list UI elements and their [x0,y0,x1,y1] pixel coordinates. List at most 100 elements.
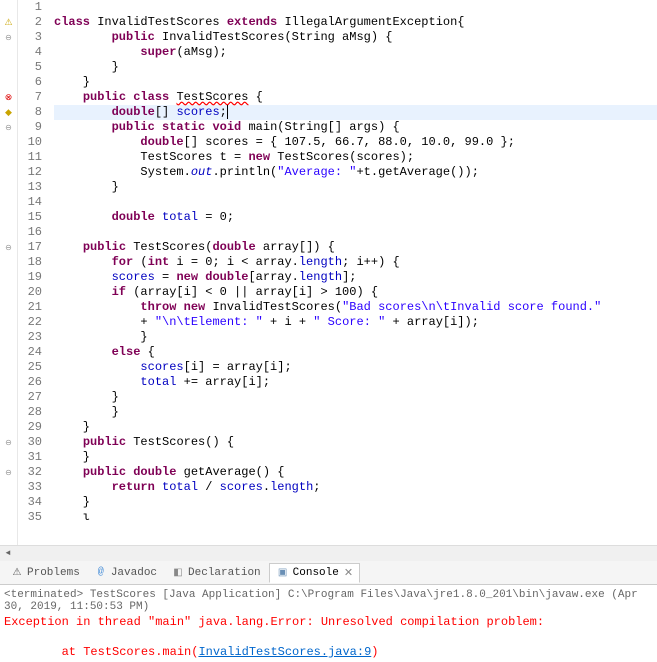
gutter-marker [0,495,17,510]
fold-icon[interactable]: ⊖ [5,468,12,478]
gutter-marker [0,165,17,180]
code-line[interactable]: if (array[i] < 0 || array[i] > 100) { [54,285,657,300]
code-line[interactable]: public double getAverage() { [54,465,657,480]
gutter-marker [0,390,17,405]
code-line[interactable]: public TestScores() { [54,435,657,450]
gutter-marker [0,75,17,90]
line-number: 1 [18,0,42,15]
line-number: 16 [18,225,42,240]
code-line[interactable]: public InvalidTestScores(String aMsg) { [54,30,657,45]
code-line[interactable]: TestScores t = new TestScores(scores); [54,150,657,165]
code-line[interactable]: } [54,495,657,510]
horizontal-scrollbar[interactable]: ◄ [0,545,657,561]
line-number: 14 [18,195,42,210]
code-line[interactable]: throw new InvalidTestScores("Bad scores\… [54,300,657,315]
code-line[interactable]: } [54,330,657,345]
gutter-marker[interactable]: ⊖ [0,465,17,480]
code-line[interactable]: } [54,420,657,435]
line-number: 10 [18,135,42,150]
gutter-marker[interactable]: ⊖ [0,240,17,255]
code-line[interactable]: super(aMsg); [54,45,657,60]
line-number: 3 [18,30,42,45]
fold-icon[interactable]: ⊖ [5,438,12,448]
gutter-marker[interactable]: ⊖ [0,120,17,135]
code-line[interactable]: } [54,450,657,465]
line-number: 24 [18,345,42,360]
line-number: 7 [18,90,42,105]
code-line[interactable] [54,195,657,210]
code-line[interactable]: total += array[i]; [54,375,657,390]
code-line[interactable]: double total = 0; [54,210,657,225]
fold-icon[interactable]: ⊖ [5,33,12,43]
code-line[interactable]: + "\n\tElement: " + i + " Score: " + arr… [54,315,657,330]
close-icon[interactable]: ✕ [344,566,353,580]
gutter-marker[interactable]: ⊗ [0,90,17,105]
stack-prefix: at TestScores.main( [4,645,198,659]
stack-suffix: ) [371,645,378,659]
gutter-marker [0,225,17,240]
code-area[interactable]: class InvalidTestScores extends IllegalA… [48,0,657,545]
line-number: 27 [18,390,42,405]
tab-declaration[interactable]: ◧ Declaration [165,564,267,582]
code-line[interactable]: ι [54,510,657,525]
line-number: 21 [18,300,42,315]
line-number: 29 [18,420,42,435]
bottom-tabs: ⚠ Problems @ Javadoc ◧ Declaration ▣ Con… [0,561,657,585]
line-number: 35 [18,510,42,525]
fold-icon[interactable]: ⊖ [5,243,12,253]
line-number: 33 [18,480,42,495]
code-line[interactable]: class InvalidTestScores extends IllegalA… [54,15,657,30]
tab-label: Problems [27,567,80,579]
code-editor[interactable]: ⚠⊖⊗◆⊖⊖⊖⊖ 1234567891011121314151617181920… [0,0,657,545]
gutter-marker [0,480,17,495]
tab-problems[interactable]: ⚠ Problems [4,564,86,582]
fold-icon[interactable]: ⊖ [5,123,12,133]
code-line[interactable]: } [54,60,657,75]
gutter-marker [0,360,17,375]
code-line[interactable] [54,0,657,15]
code-line[interactable]: else { [54,345,657,360]
gutter-marker[interactable]: ⊖ [0,30,17,45]
line-number: 31 [18,450,42,465]
code-line[interactable] [54,225,657,240]
code-line[interactable]: scores = new double[array.length]; [54,270,657,285]
code-line[interactable]: } [54,390,657,405]
line-number: 26 [18,375,42,390]
code-line[interactable]: } [54,405,657,420]
error-icon: ⊗ [5,93,13,103]
code-line[interactable]: double[] scores; [54,105,657,120]
line-number: 13 [18,180,42,195]
code-line[interactable]: } [54,75,657,90]
line-numbers: 1234567891011121314151617181920212223242… [18,0,48,545]
console-error-line: at TestScores.main(InvalidTestScores.jav… [4,630,653,660]
warning-icon: ⚠ [4,18,12,28]
line-number: 12 [18,165,42,180]
gutter-marker [0,375,17,390]
code-line[interactable]: public class TestScores { [54,90,657,105]
code-line[interactable]: for (int i = 0; i < array.length; i++) { [54,255,657,270]
code-line[interactable]: System.out.println("Average: "+t.getAver… [54,165,657,180]
gutter-marker [0,270,17,285]
code-line[interactable]: return total / scores.length; [54,480,657,495]
line-number: 28 [18,405,42,420]
tab-label: Declaration [188,567,261,579]
line-number: 25 [18,360,42,375]
code-line[interactable]: public static void main(String[] args) { [54,120,657,135]
code-line[interactable]: double[] scores = { 107.5, 66.7, 88.0, 1… [54,135,657,150]
line-number: 5 [18,60,42,75]
gutter-marker[interactable]: ◆ [0,105,17,120]
console-icon: ▣ [276,566,290,580]
tab-javadoc[interactable]: @ Javadoc [88,564,163,582]
scroll-left-icon[interactable]: ◄ [0,547,16,561]
code-line[interactable]: public TestScores(double array[]) { [54,240,657,255]
line-number: 32 [18,465,42,480]
line-number: 4 [18,45,42,60]
javadoc-icon: @ [94,566,108,580]
stack-link[interactable]: InvalidTestScores.java:9 [198,645,371,659]
tab-console[interactable]: ▣ Console ✕ [269,563,360,583]
gutter-marker[interactable]: ⚠ [0,15,17,30]
code-line[interactable]: } [54,180,657,195]
code-line[interactable]: scores[i] = array[i]; [54,360,657,375]
gutter-marker[interactable]: ⊖ [0,435,17,450]
gutter-marker [0,300,17,315]
